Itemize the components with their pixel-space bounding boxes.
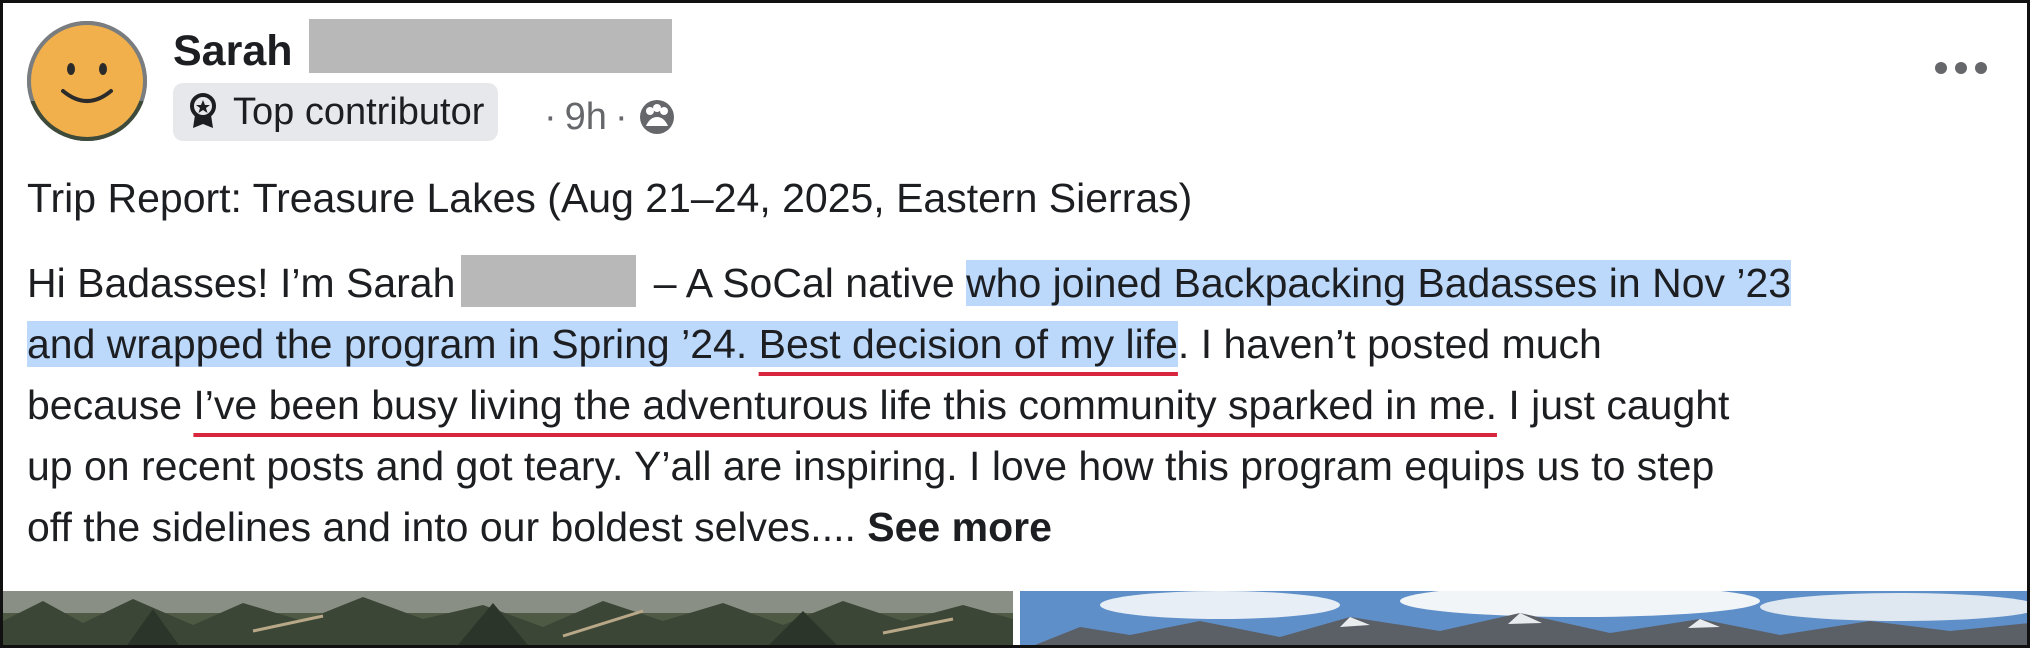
post-meta: · 9h ·: [536, 89, 676, 145]
photo-mountains[interactable]: [1020, 591, 2027, 645]
post-time[interactable]: 9h: [565, 96, 607, 139]
badge-label: Top contributor: [233, 90, 485, 133]
post-line: and wrapped the program in Spring ’24. B…: [27, 314, 2017, 375]
author-name[interactable]: Sarah: [173, 27, 293, 76]
more-options-button[interactable]: [1935, 61, 1987, 75]
more-dot: [1975, 62, 1987, 74]
post-title: Trip Report: Treasure Lakes (Aug 21–24, …: [27, 175, 1193, 221]
post-line: off the sidelines and into our boldest s…: [27, 497, 2017, 558]
text-segment: . I haven’t posted much: [1177, 321, 1602, 367]
photo-trees[interactable]: [3, 591, 1013, 645]
avatar[interactable]: [27, 21, 147, 141]
meta-separator: ·: [614, 95, 628, 138]
see-more-link[interactable]: See more: [867, 504, 1052, 550]
redacted-surname: [309, 19, 672, 73]
text-segment: up on recent posts and got teary. Y’all …: [27, 443, 1715, 489]
meta-separator: ·: [544, 95, 557, 138]
group-audience-icon: [638, 98, 676, 136]
post-card: Sarah Top contributor · 9h · Trip Report…: [0, 0, 2030, 648]
text-segment: Hi Badasses! I’m Sarah: [27, 260, 456, 306]
highlighted-text: and wrapped the program in Spring ’24.: [27, 321, 759, 367]
post-line: because I’ve been busy living the advent…: [27, 375, 2017, 436]
smiley-avatar-image: [27, 21, 147, 141]
highlighted-text: who joined Backpacking Badasses in Nov ’…: [966, 260, 1792, 306]
text-segment: I just caught: [1496, 382, 1730, 428]
top-contributor-badge[interactable]: Top contributor: [173, 83, 499, 141]
text-segment: – A SoCal native: [642, 260, 967, 306]
text-segment: off the sidelines and into our boldest s…: [27, 504, 868, 550]
post-body: Hi Badasses! I’m Sarah – A SoCal native …: [27, 253, 2017, 558]
photo-grid: [3, 591, 2027, 645]
underlined-text: I’ve been busy living the adventurous li…: [193, 382, 1497, 428]
more-dot: [1955, 62, 1967, 74]
more-dot: [1935, 62, 1947, 74]
post-line: up on recent posts and got teary. Y’all …: [27, 436, 2017, 497]
redacted-surname-inline: [461, 255, 637, 307]
text-segment: because: [27, 382, 194, 428]
highlighted-underlined-text: Best decision of my life: [758, 321, 1178, 367]
top-contributor-badge-icon: [185, 92, 221, 132]
post-line: Hi Badasses! I’m Sarah – A SoCal native …: [27, 253, 2017, 314]
